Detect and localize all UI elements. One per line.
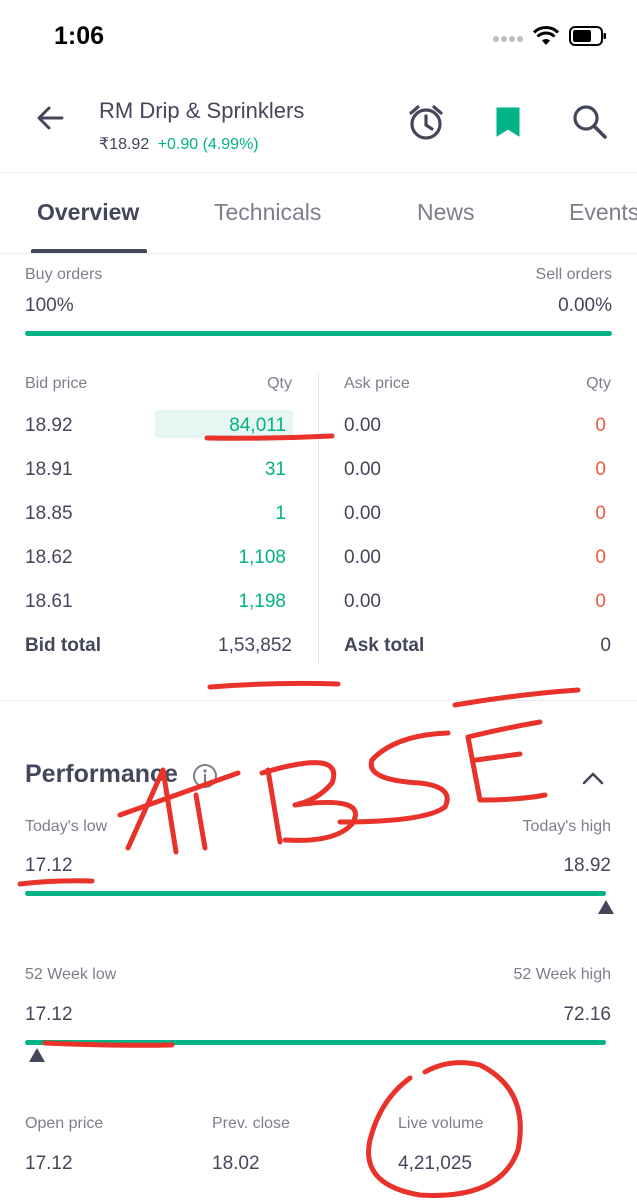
bid-total-value: 1,53,852 (218, 635, 292, 656)
tab-events[interactable]: Events (569, 199, 637, 226)
todays-range-bar (25, 891, 606, 896)
status-time: 1:06 (54, 22, 105, 50)
buy-orders-label: Buy orders (25, 266, 103, 283)
collapse-chevron-up-icon[interactable] (580, 768, 606, 793)
ask-qty: 0 (595, 415, 606, 436)
bid-price: 18.85 (25, 503, 73, 524)
prev-close-value: 18.02 (212, 1153, 260, 1174)
wifi-icon (532, 26, 560, 51)
price-alert-button[interactable] (406, 102, 446, 142)
bookmark-icon (496, 107, 520, 137)
section-divider (0, 700, 637, 701)
ask-qty: 0 (595, 503, 606, 524)
todays-high-value: 18.92 (563, 855, 611, 876)
bid-qty: 31 (264, 459, 286, 480)
ask-price: 0.00 (344, 459, 381, 480)
week52-low-label: 52 Week low (25, 966, 117, 983)
week52-range-marker (29, 1048, 45, 1062)
ask-price-header: Ask price (344, 375, 410, 392)
info-icon[interactable] (192, 763, 218, 794)
ask-price: 0.00 (344, 591, 381, 612)
back-button[interactable] (30, 98, 70, 138)
tab-bar: Overview Technicals News Events (0, 172, 637, 254)
prev-close-label: Prev. close (212, 1115, 290, 1132)
todays-range-marker (598, 900, 614, 914)
live-volume-value: 4,21,025 (398, 1153, 472, 1174)
active-tab-indicator (31, 249, 147, 253)
week52-range-bar (25, 1040, 606, 1045)
bid-price: 18.91 (25, 459, 73, 480)
todays-low-label: Today's low (25, 818, 108, 835)
buy-sell-ratio-bar (25, 331, 612, 336)
bid-qty-header: Qty (267, 375, 292, 392)
search-button[interactable] (570, 102, 610, 142)
bid-price: 18.92 (25, 415, 73, 436)
search-icon (573, 105, 607, 139)
ask-qty: 0 (595, 459, 606, 480)
tab-technicals[interactable]: Technicals (214, 199, 321, 226)
watchlist-button[interactable] (490, 102, 530, 142)
bid-price: 18.62 (25, 547, 73, 568)
bid-price-header: Bid price (25, 375, 88, 392)
week52-high-label: 52 Week high (513, 966, 611, 983)
buy-orders-pct: 100% (25, 295, 74, 316)
live-volume-label: Live volume (398, 1115, 484, 1132)
last-traded-price: ₹18.92 (99, 136, 150, 153)
week52-low-value: 17.12 (25, 1004, 73, 1025)
sell-orders-pct: 0.00% (558, 295, 612, 316)
cellular-signal-icon (493, 30, 523, 48)
ask-qty-header: Qty (586, 375, 611, 392)
ask-price: 0.00 (344, 415, 381, 436)
alarm-clock-icon (409, 105, 443, 140)
performance-title: Performance (25, 760, 178, 788)
open-price-label: Open price (25, 1115, 104, 1132)
ask-qty: 0 (595, 547, 606, 568)
battery-icon (569, 26, 607, 51)
ask-price: 0.00 (344, 503, 381, 524)
price-line: ₹18.92 +0.90 (4.99%) (99, 134, 259, 154)
ask-price: 0.00 (344, 547, 381, 568)
bid-qty: 1,198 (238, 591, 286, 612)
open-price-value: 17.12 (25, 1153, 73, 1174)
tab-news[interactable]: News (417, 199, 475, 226)
ask-total-label: Ask total (344, 635, 425, 656)
bid-qty: 1 (275, 503, 286, 524)
back-arrow-icon (37, 106, 64, 130)
todays-low-value: 17.12 (25, 855, 73, 876)
bid-qty: 1,108 (238, 547, 286, 568)
ask-qty: 0 (595, 591, 606, 612)
week52-high-value: 72.16 (563, 1004, 611, 1025)
status-bar: 1:06 (0, 0, 637, 80)
bid-price: 18.61 (25, 591, 73, 612)
bid-qty: 84,011 (229, 415, 286, 436)
ask-total-value: 0 (600, 635, 611, 656)
sell-orders-label: Sell orders (535, 266, 612, 283)
stock-name: RM Drip & Sprinklers (99, 98, 305, 123)
status-icons (493, 26, 607, 51)
todays-high-label: Today's high (522, 818, 611, 835)
price-change: +0.90 (4.99%) (157, 136, 259, 153)
tab-overview[interactable]: Overview (37, 199, 139, 226)
stock-header: RM Drip & Sprinklers ₹18.92 +0.90 (4.99%… (0, 80, 637, 172)
bid-total-label: Bid total (25, 635, 101, 656)
depth-divider (318, 374, 319, 664)
